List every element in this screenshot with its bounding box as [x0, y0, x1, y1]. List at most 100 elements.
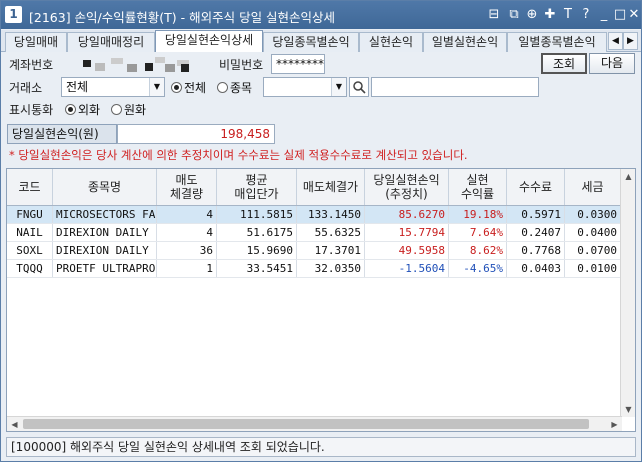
- radio-all-label: 전체: [184, 81, 207, 95]
- col-header-avg-price[interactable]: 평균 매입단가: [217, 169, 297, 205]
- cell-pnl: 85.6270: [365, 206, 449, 223]
- cell-code: TQQQ: [7, 260, 53, 277]
- col-header-code[interactable]: 코드: [7, 169, 53, 205]
- cell-sell-price: 55.6325: [297, 224, 365, 241]
- pin-icon[interactable]: ✚: [541, 6, 559, 24]
- tab-bar: 당일매매 당일매매정리 당일실현손익상세 당일종목별손익 실현손익 일별실현손익…: [1, 30, 641, 52]
- cell-fee: 0.7768: [507, 242, 565, 259]
- title-bar[interactable]: 1 [2163] 손익/수익률현황(T) - 해외주식 당일 실현손익상세 ⊟ …: [1, 1, 641, 29]
- radio-won[interactable]: 원화: [111, 101, 146, 118]
- cell-fee: 0.2407: [507, 224, 565, 241]
- radio-won-dot: [111, 104, 122, 115]
- link-icon[interactable]: ⧉: [505, 6, 523, 24]
- cell-qty: 36: [157, 242, 217, 259]
- exchange-value: 전체: [66, 80, 89, 94]
- col-header-fee[interactable]: 수수료: [507, 169, 565, 205]
- radio-foreign-label: 외화: [78, 103, 101, 117]
- cell-tax: 0.0700: [565, 242, 621, 259]
- cell-qty: 4: [157, 224, 217, 241]
- col-header-pnl[interactable]: 당일실현손익 (추정치): [365, 169, 449, 205]
- col-header-sell-price[interactable]: 매도체결가: [297, 169, 365, 205]
- cell-avg-price: 33.5451: [217, 260, 297, 277]
- search-icon: [353, 81, 366, 94]
- window-title: [2163] 손익/수익률현황(T) - 해외주식 당일 실현손익상세: [29, 10, 336, 25]
- table-row[interactable]: NAIL DIREXION DAILY H 4 51.6175 55.6325 …: [7, 224, 621, 242]
- tab-daily-by-stock[interactable]: 당일종목별손익: [263, 32, 359, 52]
- cell-sell-price: 17.3701: [297, 242, 365, 259]
- cell-tax: 0.0400: [565, 224, 621, 241]
- realized-pnl-table[interactable]: 코드 종목명 매도 체결량 평균 매입단가 매도체결가 당일실현손익 (추정치)…: [6, 168, 636, 432]
- font-icon[interactable]: T: [559, 6, 577, 24]
- password-field[interactable]: *********: [271, 54, 325, 74]
- cell-avg-price: 51.6175: [217, 224, 297, 241]
- cell-rate: 8.62%: [449, 242, 507, 259]
- main-window: 1 [2163] 손익/수익률현황(T) - 해외주식 당일 실현손익상세 ⊟ …: [0, 0, 642, 462]
- next-button[interactable]: 다음: [589, 53, 635, 74]
- radio-all[interactable]: 전체: [171, 79, 206, 96]
- scroll-thumb[interactable]: [23, 419, 589, 429]
- col-header-qty[interactable]: 매도 체결량: [157, 169, 217, 205]
- dropdown-arrow-icon: ▼: [149, 78, 164, 96]
- scroll-up-icon[interactable]: ▲: [621, 169, 635, 184]
- cell-name: DIREXION DAILY S: [53, 242, 157, 259]
- cell-fee: 0.5971: [507, 206, 565, 223]
- cell-rate: 7.64%: [449, 224, 507, 241]
- cell-rate: 19.18%: [449, 206, 507, 223]
- account-label: 계좌번호: [9, 58, 54, 72]
- cell-code: FNGU: [7, 206, 53, 223]
- exchange-select[interactable]: 전체 ▼: [61, 77, 165, 97]
- close-icon[interactable]: ✕: [625, 6, 642, 24]
- tab-daily-realized-detail[interactable]: 당일실현손익상세: [155, 30, 263, 52]
- tab-prev-icon[interactable]: ◀: [608, 32, 623, 50]
- col-header-tax[interactable]: 세금: [565, 169, 621, 205]
- stock-dropdown-arrow-icon: ▼: [331, 78, 346, 96]
- cell-code: SOXL: [7, 242, 53, 259]
- scroll-left-icon[interactable]: ◀: [7, 417, 22, 431]
- table-row[interactable]: TQQQ PROETF ULTRAPRO 1 33.5451 32.0350 -…: [7, 260, 621, 278]
- radio-foreign-dot: [65, 104, 76, 115]
- tab-daily-trades[interactable]: 당일매매: [5, 32, 67, 52]
- tab-daily-stock-pnl[interactable]: 일별종목별손익: [507, 32, 607, 52]
- cell-pnl: -1.5604: [365, 260, 449, 277]
- radio-stock[interactable]: 종목: [217, 79, 252, 96]
- vertical-scrollbar[interactable]: ▲ ▼: [620, 169, 635, 417]
- table-row[interactable]: SOXL DIREXION DAILY S 36 15.9690 17.3701…: [7, 242, 621, 260]
- cell-avg-price: 111.5815: [217, 206, 297, 223]
- cell-pnl: 15.7794: [365, 224, 449, 241]
- radio-stock-dot: [217, 82, 228, 93]
- radio-stock-label: 종목: [230, 81, 253, 95]
- cell-tax: 0.0100: [565, 260, 621, 277]
- col-header-rate[interactable]: 실현 수익률: [449, 169, 507, 205]
- layout-icon[interactable]: ⊟: [485, 6, 503, 24]
- tab-realized-pnl[interactable]: 실현손익: [359, 32, 423, 52]
- summary-value: 198,458: [117, 124, 275, 144]
- currency-label: 표시통화: [9, 103, 54, 117]
- stock-name-field[interactable]: [371, 77, 539, 97]
- tab-daily-realized[interactable]: 일별실현손익: [423, 32, 507, 52]
- radio-all-dot: [171, 82, 182, 93]
- query-button[interactable]: 조회: [541, 53, 587, 74]
- tab-next-icon[interactable]: ▶: [623, 32, 638, 50]
- tab-daily-trade-summary[interactable]: 당일매매정리: [67, 32, 155, 52]
- account-field[interactable]: [61, 54, 211, 74]
- stock-search-button[interactable]: [349, 77, 369, 97]
- radio-foreign[interactable]: 외화: [65, 101, 100, 118]
- cell-tax: 0.0300: [565, 206, 621, 223]
- table-row[interactable]: FNGU MICROSECTORS FAN 4 111.5815 133.145…: [7, 206, 621, 224]
- cell-fee: 0.0403: [507, 260, 565, 277]
- scroll-down-icon[interactable]: ▼: [621, 402, 635, 417]
- radio-won-label: 원화: [124, 103, 147, 117]
- help-icon[interactable]: ?: [577, 6, 595, 24]
- horizontal-scrollbar[interactable]: ◀ ▶: [7, 416, 622, 431]
- cell-sell-price: 32.0350: [297, 260, 365, 277]
- cell-name: MICROSECTORS FAN: [53, 206, 157, 223]
- cell-avg-price: 15.9690: [217, 242, 297, 259]
- scroll-right-icon[interactable]: ▶: [607, 417, 622, 431]
- app-icon: 1: [5, 6, 22, 23]
- stock-code-select[interactable]: ▼: [263, 77, 347, 97]
- cell-qty: 1: [157, 260, 217, 277]
- summary-notice: * 당일실현손익은 당사 계산에 의한 추정치이며 수수료는 실제 적용수수료로…: [9, 148, 468, 162]
- zoom-icon[interactable]: ⊕: [523, 6, 541, 24]
- col-header-name[interactable]: 종목명: [53, 169, 157, 205]
- status-bar: [100000] 해외주식 당일 실현손익 상세내역 조회 되었습니다.: [6, 437, 636, 457]
